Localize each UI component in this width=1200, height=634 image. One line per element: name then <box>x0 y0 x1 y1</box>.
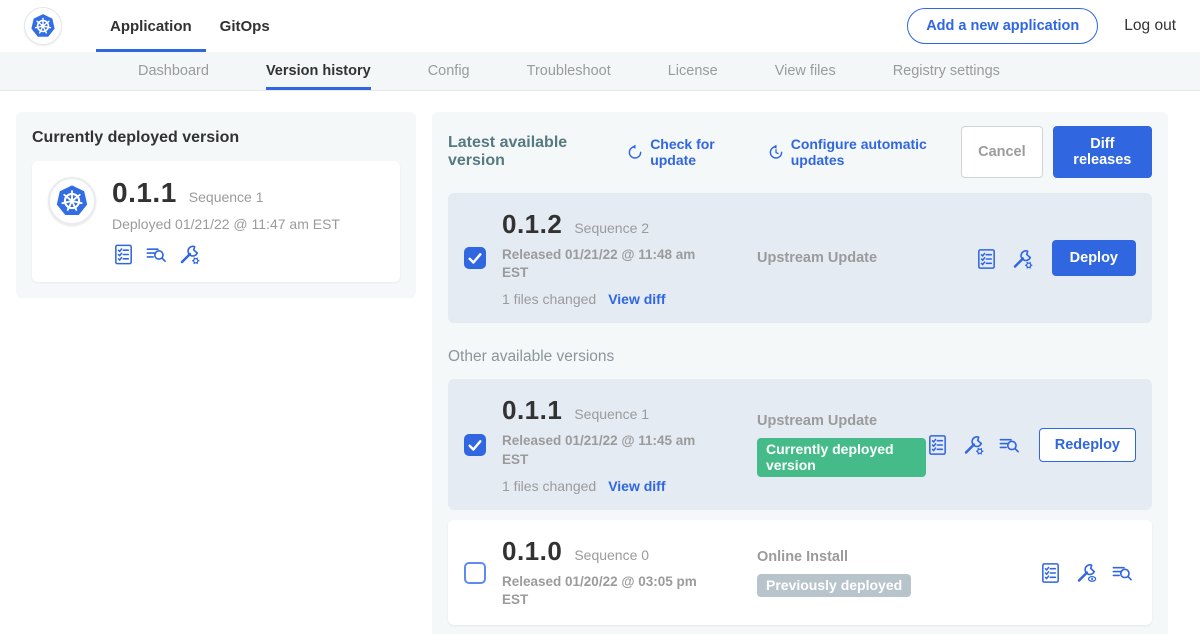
currently-deployed-badge: Currently deployed version <box>757 438 926 477</box>
view-diff-link[interactable]: View diff <box>608 291 665 307</box>
cancel-button[interactable]: Cancel <box>961 126 1043 178</box>
subnav-tab-config[interactable]: Config <box>428 52 470 90</box>
release-notes-icon[interactable] <box>112 243 135 266</box>
previously-deployed-badge: Previously deployed <box>757 574 911 597</box>
deploy-button[interactable]: Deploy <box>1052 240 1136 276</box>
currently-deployed-title: Currently deployed version <box>32 129 400 147</box>
latest-version-header: Latest available version Check for updat… <box>448 126 1152 178</box>
app-subnav: Dashboard Version history Config Trouble… <box>0 52 1200 91</box>
released-timestamp: Released 01/21/22 @ 11:48 am EST <box>502 246 707 282</box>
version-source-label: Upstream Update <box>757 250 975 266</box>
deployed-version-number: 0.1.1 <box>112 177 177 209</box>
version-number: 0.1.0 <box>502 536 562 567</box>
deployed-timestamp: Deployed 01/21/22 @ 11:47 am EST <box>112 216 340 232</box>
config-icon[interactable] <box>962 433 985 456</box>
version-source-label: Online Install <box>757 549 1039 565</box>
refresh-icon <box>626 143 644 161</box>
tab-gitops-label: GitOps <box>220 18 270 35</box>
configure-updates-label: Configure automatic updates <box>791 136 961 168</box>
config-icon[interactable] <box>1011 247 1034 270</box>
currently-deployed-panel: Currently deployed version 0.1.1 Sequenc… <box>16 112 416 298</box>
version-checkbox[interactable] <box>464 247 486 269</box>
top-navbar: Application GitOps Add a new application… <box>0 0 1200 52</box>
tab-application[interactable]: Application <box>96 0 206 52</box>
release-notes-icon[interactable] <box>975 247 998 270</box>
other-versions-heading: Other available versions <box>448 348 1152 366</box>
version-row-0-1-2: 0.1.2 Sequence 2 Released 01/21/22 @ 11:… <box>448 193 1152 323</box>
release-notes-icon[interactable] <box>1039 561 1062 584</box>
schedule-icon <box>767 143 785 161</box>
deployed-version-card: 0.1.1 Sequence 1 Deployed 01/21/22 @ 11:… <box>32 161 400 282</box>
deploy-logs-icon[interactable] <box>145 243 168 266</box>
main-content: Currently deployed version 0.1.1 Sequenc… <box>0 91 1200 634</box>
version-number: 0.1.1 <box>502 395 562 426</box>
config-icon[interactable] <box>178 243 201 266</box>
subnav-tab-license[interactable]: License <box>668 52 718 90</box>
version-source-label: Upstream Update <box>757 413 926 429</box>
deployed-sequence-label: Sequence 1 <box>189 189 264 205</box>
released-timestamp: Released 01/21/22 @ 11:45 am EST <box>502 432 707 468</box>
tab-application-label: Application <box>110 18 192 35</box>
tab-gitops[interactable]: GitOps <box>206 0 284 52</box>
topnav-tabs: Application GitOps <box>96 0 284 52</box>
configure-updates-link[interactable]: Configure automatic updates <box>767 136 961 168</box>
files-changed-label: 1 files changed <box>502 291 596 307</box>
release-notes-icon[interactable] <box>926 433 949 456</box>
deploy-logs-icon[interactable] <box>998 433 1021 456</box>
deploy-logs-icon[interactable] <box>1111 561 1134 584</box>
check-for-update-link[interactable]: Check for update <box>626 136 750 168</box>
add-application-button[interactable]: Add a new application <box>907 8 1098 44</box>
latest-version-title: Latest available version <box>448 134 609 170</box>
version-checkbox[interactable] <box>464 434 486 456</box>
app-logo-icon <box>48 177 96 225</box>
view-diff-link[interactable]: View diff <box>608 478 665 494</box>
logout-link[interactable]: Log out <box>1124 17 1176 35</box>
subnav-tab-registry-settings[interactable]: Registry settings <box>893 52 1000 90</box>
version-row-0-1-0: 0.1.0 Sequence 0 Released 01/20/22 @ 03:… <box>448 520 1152 625</box>
version-checkbox[interactable] <box>464 562 486 584</box>
subnav-tab-version-history[interactable]: Version history <box>266 52 371 90</box>
subnav-tab-view-files[interactable]: View files <box>775 52 836 90</box>
version-history-panel: Latest available version Check for updat… <box>432 112 1168 634</box>
version-row-0-1-1: 0.1.1 Sequence 1 Released 01/21/22 @ 11:… <box>448 379 1152 509</box>
view-config-icon[interactable] <box>1075 561 1098 584</box>
kubernetes-logo-icon <box>24 7 62 45</box>
released-timestamp: Released 01/20/22 @ 03:05 pm EST <box>502 573 707 609</box>
redeploy-button[interactable]: Redeploy <box>1039 428 1136 462</box>
sequence-label: Sequence 1 <box>574 406 649 422</box>
sequence-label: Sequence 0 <box>574 547 649 563</box>
subnav-tab-dashboard[interactable]: Dashboard <box>138 52 209 90</box>
diff-releases-button[interactable]: Diff releases <box>1053 126 1152 178</box>
subnav-tab-troubleshoot[interactable]: Troubleshoot <box>527 52 611 90</box>
version-number: 0.1.2 <box>502 209 562 240</box>
files-changed-label: 1 files changed <box>502 478 596 494</box>
check-for-update-label: Check for update <box>650 136 750 168</box>
sequence-label: Sequence 2 <box>574 220 649 236</box>
